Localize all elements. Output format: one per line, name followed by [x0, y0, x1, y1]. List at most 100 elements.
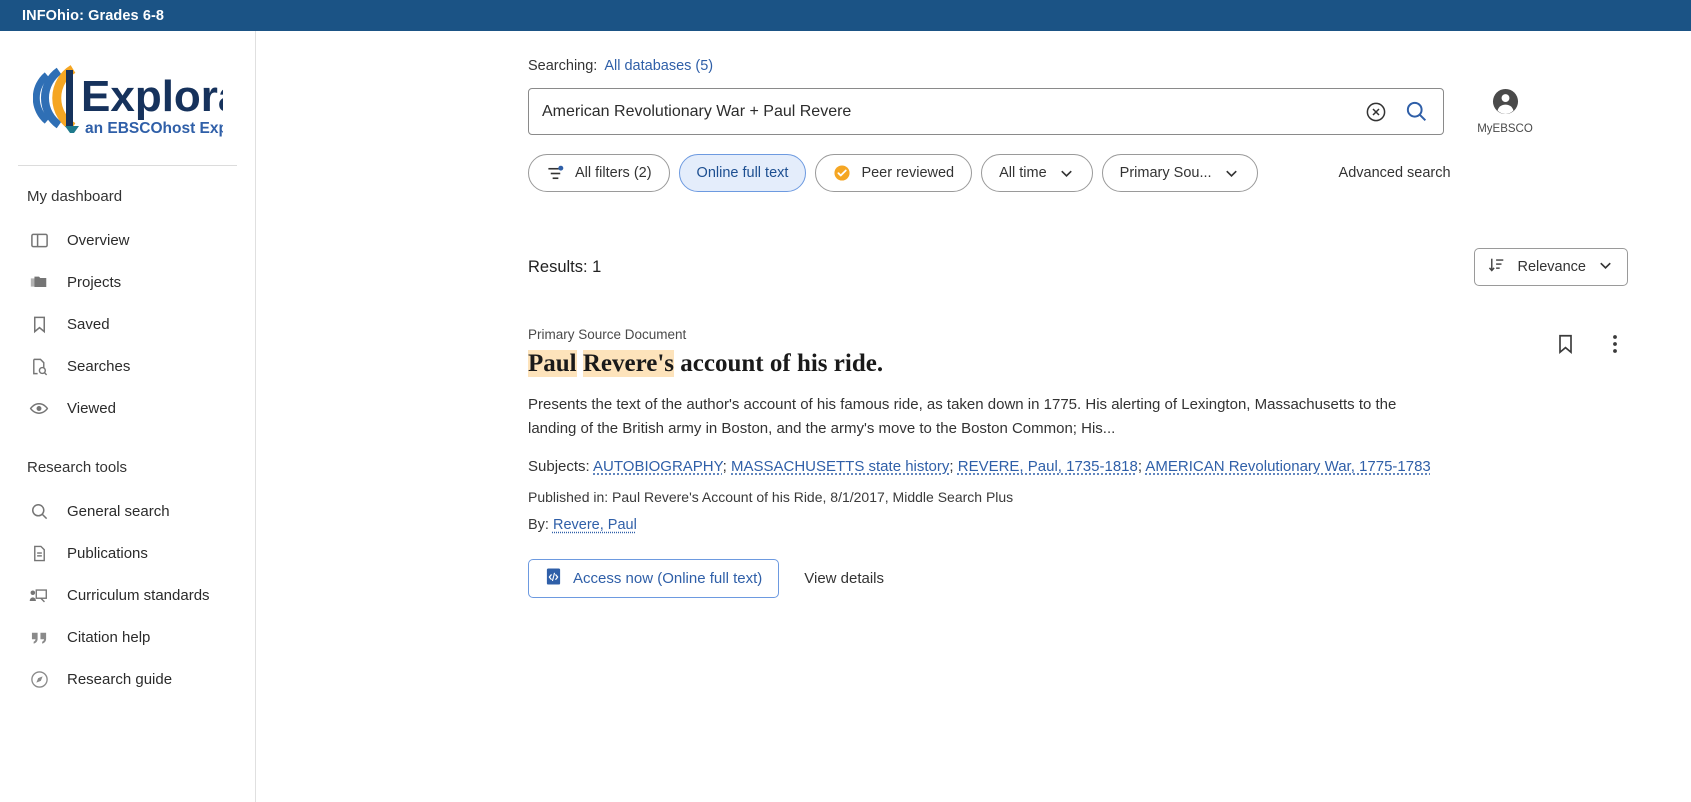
institution-title: INFOhio: Grades 6-8	[22, 7, 165, 24]
user-avatar-icon	[1492, 88, 1519, 120]
search-submit-icon[interactable]	[1401, 97, 1431, 127]
subject-separator: ;	[949, 457, 958, 475]
sidebar-item-citation-help[interactable]: Citation help	[0, 616, 255, 658]
sidebar-item-searches[interactable]: Searches	[0, 345, 255, 387]
sidebar-item-projects[interactable]: Projects	[0, 261, 255, 303]
sidebar-label: Overview	[67, 231, 130, 249]
title-highlight-1: Paul	[528, 350, 577, 377]
explora-logo[interactable]: Explora an EBSCOhost Experience	[0, 37, 255, 165]
author-line: By: Revere, Paul	[528, 517, 1628, 533]
layout-panel-icon	[28, 229, 50, 251]
all-filters-label: All filters (2)	[575, 165, 652, 181]
verified-badge-icon	[833, 164, 851, 182]
sidebar-label: Projects	[67, 273, 122, 291]
svg-text:Explora: Explora	[81, 72, 223, 121]
author-link[interactable]: Revere, Paul	[553, 517, 637, 533]
access-now-label: Access now (Online full text)	[573, 570, 763, 588]
myebsco-label: MyEBSCO	[1477, 123, 1533, 135]
filter-chip-row: All filters (2) Online full text Peer re…	[528, 154, 1661, 192]
filter-chip-all-time[interactable]: All time	[981, 154, 1093, 192]
svg-text:an EBSCOhost Experience: an EBSCOhost Experience	[85, 120, 223, 137]
chip-label: Peer reviewed	[861, 165, 955, 181]
sidebar-label: Citation help	[67, 628, 151, 646]
all-databases-link[interactable]: All databases (5)	[604, 58, 713, 74]
bookmark-icon	[28, 313, 50, 335]
document-type-label: Primary Source Document	[528, 327, 687, 342]
result-card-buttons: Access now (Online full text) View detai…	[528, 559, 1628, 599]
result-card-actions	[1552, 331, 1628, 357]
sidebar-label: Research guide	[67, 670, 173, 688]
folders-icon	[28, 271, 50, 293]
quote-icon	[28, 626, 50, 648]
sort-descending-icon	[1488, 256, 1506, 278]
title-highlight-2: Revere's	[582, 350, 675, 377]
sidebar-label: Viewed	[67, 399, 116, 417]
dashboard-group: My dashboard Overview Projects Saved Sea…	[0, 188, 255, 429]
search-icon	[28, 500, 50, 522]
chevron-down-icon	[1223, 165, 1240, 182]
result-title[interactable]: Paul Revere's account of his ride.	[528, 350, 1628, 379]
sidebar-label: Curriculum standards	[67, 586, 210, 604]
sidebar-item-curriculum-standards[interactable]: Curriculum standards	[0, 574, 255, 616]
document-icon	[28, 542, 50, 564]
search-box	[528, 88, 1444, 135]
sidebar-divider	[18, 165, 237, 166]
result-subjects: Subjects: AUTOBIOGRAPHY; MASSACHUSETTS s…	[528, 455, 1433, 479]
sidebar-label: Saved	[67, 315, 110, 333]
filter-chip-online-full-text[interactable]: Online full text	[678, 154, 807, 192]
published-in: Published in: Paul Revere's Account of h…	[528, 489, 1014, 506]
all-filters-button[interactable]: All filters (2)	[528, 154, 670, 192]
sidebar-item-viewed[interactable]: Viewed	[0, 387, 255, 429]
advanced-search-link[interactable]: Advanced search	[1339, 165, 1451, 181]
filter-sliders-icon	[546, 164, 565, 183]
sort-label: Relevance	[1517, 259, 1586, 275]
research-tools-heading: Research tools	[27, 459, 128, 476]
view-details-button[interactable]: View details	[804, 570, 884, 587]
subject-link[interactable]: AUTOBIOGRAPHY	[593, 458, 723, 475]
presentation-icon	[28, 584, 50, 606]
chevron-down-icon	[1597, 257, 1614, 278]
chip-label: Online full text	[696, 165, 789, 181]
myebsco-account[interactable]: MyEBSCO	[1470, 88, 1540, 135]
subjects-label: Subjects:	[528, 457, 590, 475]
research-tools-group: Research tools General search Publicatio…	[0, 459, 255, 700]
filter-chip-peer-reviewed[interactable]: Peer reviewed	[815, 154, 973, 192]
subject-link[interactable]: AMERICAN Revolutionary War, 1775-1783	[1145, 458, 1430, 475]
sidebar-item-overview[interactable]: Overview	[0, 219, 255, 261]
top-banner: INFOhio: Grades 6-8	[0, 0, 1691, 31]
bookmark-icon[interactable]	[1552, 331, 1578, 357]
kebab-menu-icon[interactable]	[1602, 331, 1628, 357]
document-search-icon	[28, 355, 50, 377]
eye-icon	[28, 397, 50, 419]
result-card: Primary Source Document Paul Revere's ac…	[528, 327, 1661, 599]
clear-circle-icon[interactable]	[1363, 99, 1389, 125]
sidebar-item-research-guide[interactable]: Research guide	[0, 658, 255, 700]
search-row: MyEBSCO	[528, 88, 1661, 135]
subject-link[interactable]: REVERE, Paul, 1735-1818	[958, 458, 1138, 475]
compass-icon	[28, 668, 50, 690]
sort-dropdown[interactable]: Relevance	[1474, 248, 1628, 286]
sidebar: Explora an EBSCOhost Experience My dashb…	[0, 31, 256, 802]
filter-chip-primary-source[interactable]: Primary Sou...	[1101, 154, 1258, 192]
results-header: Results: 1 Relevance	[528, 248, 1661, 286]
by-label: By:	[528, 517, 549, 534]
searching-label: Searching:	[528, 58, 598, 74]
dashboard-heading: My dashboard	[27, 188, 123, 205]
result-abstract: Presents the text of the author's accoun…	[528, 395, 1397, 437]
chip-label: All time	[999, 165, 1047, 181]
main-content: Searching: All databases (5) American Re…	[256, 31, 1691, 802]
subject-link[interactable]: MASSACHUSETTS state history	[731, 458, 949, 475]
content-inner: Searching: All databases (5) American Re…	[256, 58, 1691, 599]
searching-line: Searching: All databases (5)	[528, 58, 1661, 74]
search-input[interactable]	[542, 102, 1363, 121]
subject-separator: ;	[722, 457, 731, 475]
sidebar-item-general-search[interactable]: General search	[0, 490, 255, 532]
sidebar-item-saved[interactable]: Saved	[0, 303, 255, 345]
chevron-down-icon	[1058, 165, 1075, 182]
results-count: Results: 1	[528, 257, 602, 276]
sidebar-item-publications[interactable]: Publications	[0, 532, 255, 574]
access-now-button[interactable]: Access now (Online full text)	[528, 559, 780, 599]
title-rest: account of his ride.	[674, 350, 884, 377]
sidebar-label: Publications	[67, 544, 148, 562]
sidebar-label: General search	[67, 502, 170, 520]
